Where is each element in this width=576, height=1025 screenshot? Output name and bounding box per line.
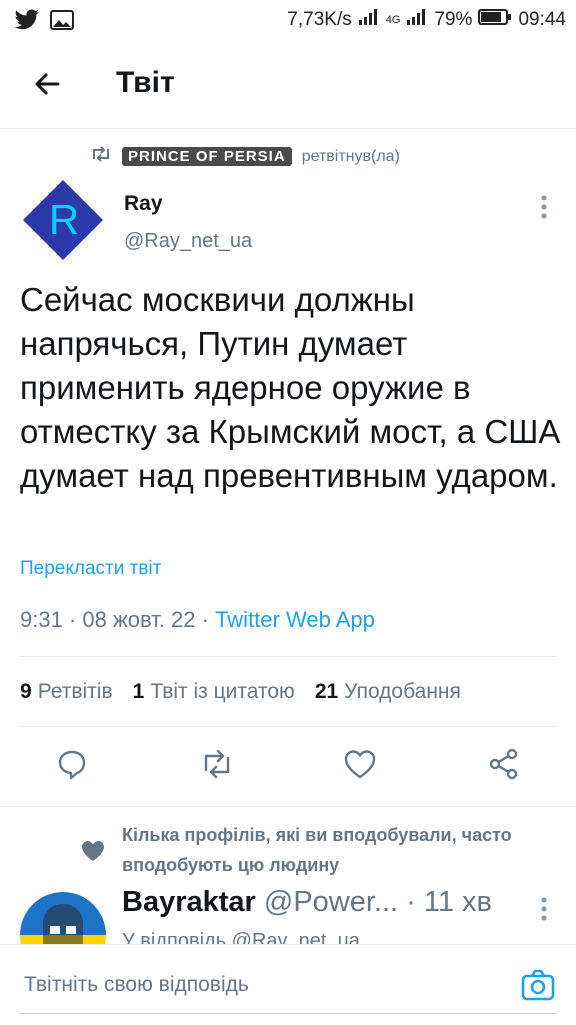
translate-link[interactable]: Перекласти твіт [20,558,161,580]
divider [20,726,556,727]
reply-author-handle: @Power... [263,886,399,918]
reply-icon[interactable] [52,744,92,784]
share-icon[interactable] [484,744,524,784]
tweet-time: 9:31 [20,607,63,632]
back-arrow-icon[interactable] [28,64,68,104]
author-name[interactable]: Ray [124,192,163,216]
divider [20,656,556,657]
app-bar: Твіт [0,40,576,129]
twitter-notification-icon [14,9,40,36]
status-bar: 7,73K/s 4G 79% 09:44 [0,0,576,40]
tweet-date: 08 жовт. 22 [82,607,196,632]
tweet-meta: 9:31 · 08 жовт. 22 · Twitter Web App [20,607,375,632]
reply-header[interactable]: Bayraktar @Power... · 11 хв [122,886,522,919]
author-handle[interactable]: @Ray_net_ua [124,230,252,253]
camera-icon[interactable] [518,965,558,1005]
retweet-icon [90,145,112,168]
compose-bar: Твітніть свою відповідь [0,944,576,1025]
quotes-stat[interactable]: 1 Твіт із цитатою [133,680,295,704]
tweet-stats: 9 Ретвітів 1 Твіт із цитатою 21 Уподобання [20,680,461,704]
network-type: 4G [385,14,401,26]
reply-author-name: Bayraktar [122,886,256,918]
author-avatar[interactable]: R [20,177,106,263]
reply-more-options-icon[interactable] [534,894,554,924]
retweets-stat[interactable]: 9 Ретвітів [20,680,113,704]
retweet-context: PRINCE OF PERSIA ретвітнув(ла) [90,145,400,168]
recommendation-text: Кілька профілів, які ви вподобували, час… [122,825,512,875]
tweet-text: Сейчас москвичи должны напрячься, Путин … [20,281,561,494]
retweeter-name[interactable]: PRINCE OF PERSIA [122,147,292,166]
clock: 09:44 [518,9,566,30]
divider [0,806,576,807]
more-options-icon[interactable] [534,192,554,222]
retweet-icon[interactable] [197,744,237,784]
reply-input[interactable]: Твітніть свою відповідь [24,973,249,997]
tweet-source[interactable]: Twitter Web App [215,607,375,632]
action-bar [0,744,576,792]
page-title: Твіт [116,66,175,99]
battery-level: 79% [434,9,473,30]
likes-stat[interactable]: 21 Уподобання [315,680,461,704]
signal-icon [358,8,380,32]
signal-icon-2 [406,8,428,32]
retweet-suffix: ретвітнув(ла) [301,147,400,165]
reply-time: · 11 хв [406,886,492,918]
heart-icon [80,838,106,864]
reply-context: У відповідь @Ray_net_ua [122,930,360,944]
battery-icon [478,8,512,32]
avatar-letter: R [49,196,79,243]
like-heart-icon[interactable] [340,744,380,784]
network-speed: 7,73K/s [287,9,352,30]
gallery-notification-icon [50,10,74,35]
input-underline [20,1013,556,1014]
